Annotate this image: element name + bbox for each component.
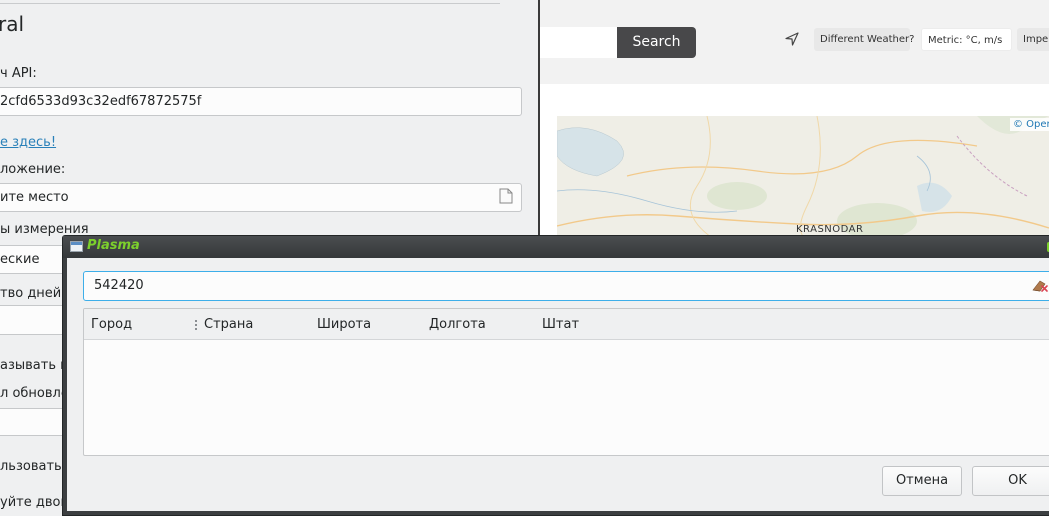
double-click-hint: уйте двой: [0, 495, 69, 510]
location-arrow-icon[interactable]: [784, 31, 800, 47]
weather-map[interactable]: [557, 116, 1049, 241]
column-header-latitude[interactable]: Широта: [317, 309, 371, 340]
window-icon[interactable]: [70, 241, 83, 252]
different-weather-button[interactable]: Different Weather?: [814, 28, 914, 51]
results-table[interactable]: Город Страна Широта Долгота Штат: [83, 308, 1049, 456]
location-label: ложение:: [0, 162, 66, 177]
map-tiles: [557, 116, 1049, 241]
dialog-title: Plasma: [87, 238, 140, 253]
location-search-input[interactable]: 542420: [83, 271, 1049, 301]
cancel-button[interactable]: Отмена: [882, 466, 962, 496]
api-key-field[interactable]: 2cfd6533d93c32edf67872575f: [0, 87, 522, 116]
map-city-label: KRASNODAR: [796, 224, 864, 235]
use-option-label: льзовать: [0, 459, 62, 474]
clear-input-icon[interactable]: [1031, 276, 1049, 294]
settings-separator: [0, 3, 500, 4]
dialog-titlebar[interactable]: Plasma: [63, 236, 1049, 258]
document-icon[interactable]: [499, 188, 513, 204]
results-table-header: Город Страна Широта Долгота Штат: [84, 309, 1049, 340]
column-header-city[interactable]: Город: [91, 309, 132, 340]
location-field[interactable]: ите место: [0, 183, 522, 212]
web-search-input[interactable]: [530, 27, 620, 58]
column-resize-grip[interactable]: [195, 320, 197, 330]
column-header-country[interactable]: Страна: [204, 309, 253, 340]
imperial-units-button[interactable]: Imper: [1017, 28, 1049, 51]
metric-units-button[interactable]: Metric: °C, m/s: [921, 28, 1012, 51]
column-header-longitude[interactable]: Долгота: [429, 309, 486, 340]
web-search-button[interactable]: Search: [617, 27, 696, 58]
ok-button[interactable]: OK: [972, 466, 1049, 496]
api-key-label: ч API:: [0, 66, 37, 81]
dialog-body: 542420 Город Страна Широта Долгота Штат …: [67, 258, 1049, 511]
location-search-dialog: Plasma 542420 Город Страна Широта Долгот…: [62, 235, 1049, 516]
map-credit[interactable]: © Oper: [1010, 118, 1049, 131]
update-interval-spacer: [0, 379, 30, 408]
column-header-state[interactable]: Штат: [542, 309, 579, 340]
get-api-key-link[interactable]: е здесь!: [0, 135, 56, 150]
settings-page-title: ral: [0, 12, 25, 36]
show-option-label: азывать п: [0, 358, 69, 373]
